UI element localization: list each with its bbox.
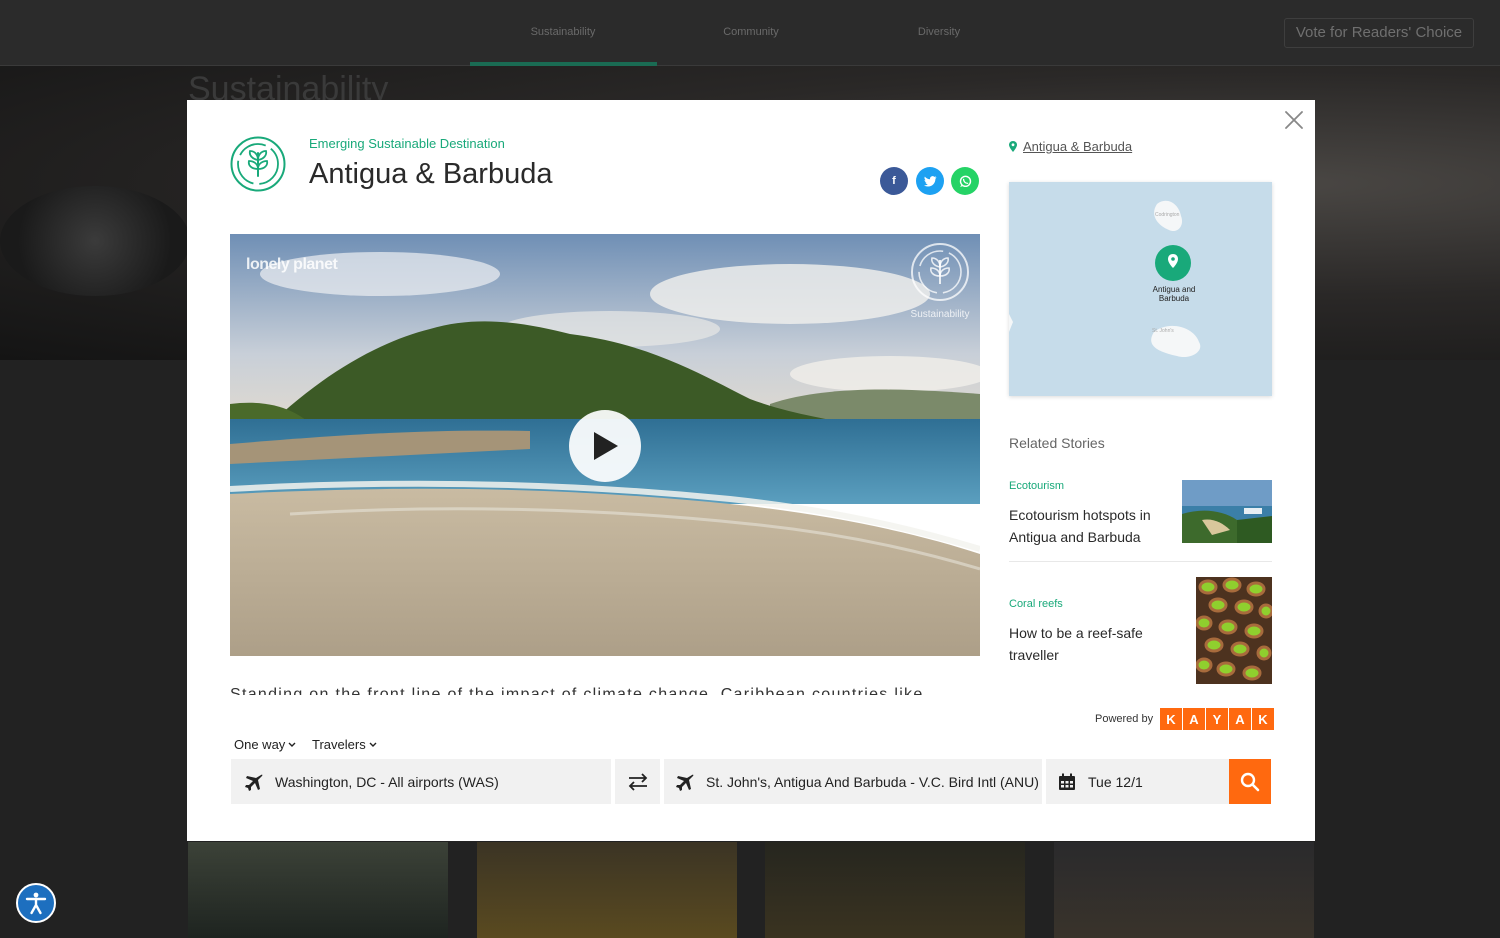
search-icon	[1240, 772, 1260, 791]
accessibility-button[interactable]	[16, 883, 56, 923]
whatsapp-icon	[959, 175, 971, 187]
sustainability-watermark: Sustainability	[908, 242, 972, 320]
nav-tab-community[interactable]: Community	[657, 26, 845, 38]
destination-modal: Emerging Sustainable Destination Antigua…	[187, 100, 1315, 841]
travelers-dropdown[interactable]: Travelers	[312, 737, 377, 752]
coastline-thumbnail-image	[1182, 480, 1272, 543]
nav-tab-sustainability[interactable]: Sustainability	[469, 26, 657, 38]
related-stories-title: Related Stories	[1009, 435, 1105, 451]
location-link-text: Antigua & Barbuda	[1023, 139, 1133, 154]
destination-field[interactable]: St. John's, Antigua And Barbuda - V.C. B…	[664, 759, 1042, 804]
powered-by-label: Powered by	[1095, 713, 1154, 725]
trip-type-value: One way	[234, 737, 286, 752]
search-flights-button[interactable]	[1229, 759, 1271, 804]
lonely-planet-logo: lonely planet	[246, 256, 338, 273]
chevron-down-icon	[288, 742, 296, 747]
sustainability-watermark-icon	[911, 243, 969, 301]
map-image: Codrington St. John's Antigua and Barbud…	[1009, 200, 1201, 358]
map-town-north: Codrington	[1155, 212, 1180, 218]
close-button[interactable]	[1283, 109, 1305, 131]
map-marker-label-line1: Antigua and	[1153, 285, 1196, 294]
accessibility-icon	[25, 892, 47, 915]
kayak-letter: A	[1183, 708, 1205, 730]
background-card	[765, 842, 1025, 938]
plane-departure-icon	[233, 772, 275, 792]
related-story[interactable]: Ecotourism Ecotourism hotspots in Antigu…	[1009, 480, 1272, 562]
chevron-down-icon	[369, 742, 377, 747]
date-value: Tue 12/1	[1088, 773, 1143, 790]
swap-airports-button[interactable]	[615, 759, 660, 804]
play-button[interactable]	[569, 410, 641, 482]
background-card	[1054, 842, 1314, 938]
related-story[interactable]: Coral reefs How to be a reef-safe travel…	[1009, 577, 1272, 685]
background-card	[188, 842, 448, 938]
play-icon	[594, 432, 618, 460]
destination-video[interactable]: lonely planet Sustainability	[230, 234, 980, 656]
destination-value: St. John's, Antigua And Barbuda - V.C. B…	[706, 773, 1039, 790]
story-headline[interactable]: Ecotourism hotspots in Antigua and Barbu…	[1009, 504, 1177, 548]
kayak-letter: A	[1229, 708, 1251, 730]
story-thumbnail[interactable]	[1182, 480, 1272, 543]
destination-category: Emerging Sustainable Destination	[309, 136, 505, 151]
origin-field[interactable]: Washington, DC - All airports (WAS)	[231, 759, 611, 804]
share-twitter-button[interactable]	[916, 167, 944, 195]
swap-icon	[628, 772, 647, 791]
vote-readers-choice-button[interactable]: Vote for Readers' Choice	[1284, 18, 1474, 48]
facebook-icon: f	[892, 175, 896, 187]
destination-title: Antigua & Barbuda	[309, 158, 553, 190]
map-town-south: St. John's	[1152, 328, 1174, 334]
location-map[interactable]: Codrington St. John's Antigua and Barbud…	[1009, 182, 1272, 396]
nav-tab-diversity[interactable]: Diversity	[845, 26, 1033, 38]
coral-thumbnail-image	[1196, 577, 1272, 684]
top-navigation: Sustainability Community Diversity Vote …	[0, 0, 1500, 66]
kayak-letter: K	[1160, 708, 1182, 730]
share-facebook-button[interactable]: f	[880, 167, 908, 195]
kayak-letter: K	[1252, 708, 1274, 730]
story-category: Coral reefs	[1009, 598, 1063, 610]
kayak-logo[interactable]: K A Y A K	[1160, 708, 1274, 730]
story-headline[interactable]: How to be a reef-safe traveller	[1009, 622, 1177, 666]
origin-value: Washington, DC - All airports (WAS)	[275, 773, 499, 790]
background-card	[477, 842, 737, 938]
map-pin-icon	[1009, 141, 1017, 152]
kayak-letter: Y	[1206, 708, 1228, 730]
date-field[interactable]: Tue 12/1	[1046, 759, 1229, 804]
travelers-label: Travelers	[312, 737, 366, 752]
destination-description: Standing on the front line of the impact…	[230, 686, 924, 695]
trip-type-dropdown[interactable]: One way	[234, 737, 296, 752]
twitter-icon	[923, 175, 936, 186]
sustainability-badge-icon	[230, 136, 286, 192]
hero-decoration	[0, 186, 190, 296]
close-icon	[1285, 111, 1303, 129]
location-link[interactable]: Antigua & Barbuda	[1009, 139, 1132, 154]
calendar-icon	[1046, 773, 1088, 791]
share-whatsapp-button[interactable]	[951, 167, 979, 195]
map-marker-label-line2: Barbuda	[1159, 294, 1190, 303]
story-category: Ecotourism	[1009, 480, 1065, 492]
story-thumbnail[interactable]	[1196, 577, 1272, 684]
plane-arrival-icon	[664, 772, 706, 792]
watermark-label: Sustainability	[910, 309, 970, 320]
